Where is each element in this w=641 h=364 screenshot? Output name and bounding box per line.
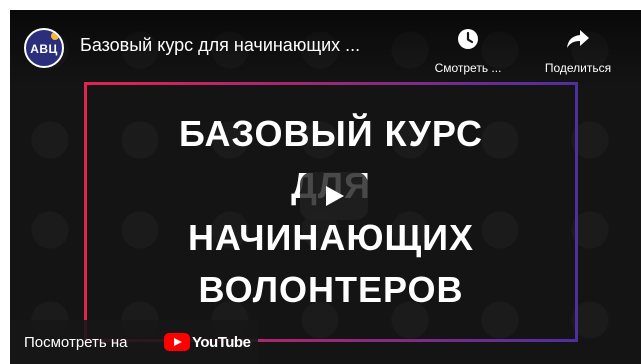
share-label: Поделиться: [544, 61, 612, 75]
youtube-wordmark: YouTube: [192, 333, 251, 351]
play-button[interactable]: [300, 172, 368, 220]
headline-line-4: ВОЛОНТЕРОВ: [198, 269, 464, 310]
youtube-play-icon: [164, 333, 190, 351]
watch-later-button[interactable]: Смотреть ...: [420, 28, 516, 75]
channel-avatar-text: АВЦ: [30, 42, 58, 56]
avatar-dot: [51, 32, 59, 40]
play-icon: [326, 186, 344, 206]
share-button[interactable]: Поделиться: [530, 28, 626, 75]
video-title[interactable]: Базовый курс для начинающих ...: [80, 35, 420, 56]
youtube-logo: YouTube: [164, 333, 251, 351]
watch-on-youtube-button[interactable]: Посмотреть на YouTube: [10, 320, 258, 364]
clock-icon: [420, 28, 516, 54]
channel-avatar[interactable]: АВЦ: [24, 28, 64, 68]
headline-line-1: БАЗОВЫЙ КУРС: [178, 113, 484, 154]
watch-later-label: Смотреть ...: [434, 61, 502, 75]
share-arrow-icon: [530, 28, 626, 54]
watch-on-label: Посмотреть на: [24, 334, 128, 351]
video-player[interactable]: АВЦ Базовый курс для начинающих ... Смот…: [10, 10, 641, 364]
